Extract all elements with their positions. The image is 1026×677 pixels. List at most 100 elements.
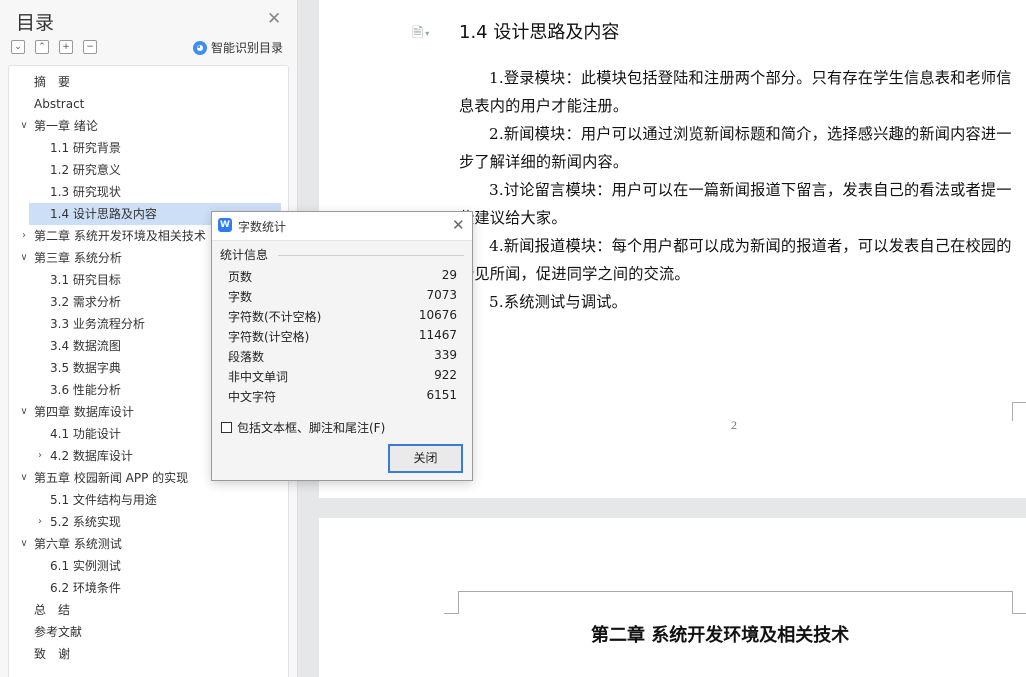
chevron-right-icon[interactable]: › — [34, 511, 46, 533]
add-heading-icon[interactable]: + — [59, 40, 73, 54]
toc-item-label: 1.3 研究现状 — [50, 185, 121, 199]
toc-item-label: 4.1 功能设计 — [50, 427, 121, 441]
stat-label: 段落数 — [228, 350, 265, 364]
toc-item[interactable]: 1.3 研究现状 — [9, 181, 288, 203]
toc-item-label: 第四章 数据库设计 — [34, 405, 134, 419]
chevron-down-icon[interactable]: ∨ — [18, 247, 30, 269]
toc-item[interactable]: 摘 要 — [9, 71, 288, 93]
toc-item[interactable]: Abstract — [9, 93, 288, 115]
chevron-right-icon[interactable]: › — [34, 445, 46, 467]
toc-item[interactable]: 6.1 实例测试 — [9, 555, 288, 577]
stat-row: 段落数 339 — [228, 348, 457, 368]
chapter-title: 第二章 系统开发环境及相关技术 — [591, 625, 850, 646]
toc-item[interactable]: › 5.2 系统实现 — [9, 511, 288, 533]
toc-item-label: 第六章 系统测试 — [34, 537, 122, 551]
stat-label: 字数 — [228, 290, 253, 304]
toc-item[interactable]: 1.2 研究意义 — [9, 159, 288, 181]
stat-label: 中文字符 — [228, 390, 277, 404]
toc-item-label: 摘 要 — [34, 75, 71, 89]
paragraph: 2.新闻模块：用户可以通过浏览新闻标题和简介，选择感兴趣的新闻内容进一步了解详细… — [459, 125, 1012, 171]
remove-heading-icon[interactable]: − — [83, 40, 97, 54]
toc-item-label: 5.2 系统实现 — [50, 515, 121, 529]
include-notes-checkbox[interactable]: 包括文本框、脚注和尾注(F) — [221, 419, 385, 436]
close-button[interactable]: 关闭 — [388, 444, 463, 473]
stat-row: 字数 7073 — [228, 288, 457, 308]
stat-row: 中文字符 6151 — [228, 388, 457, 408]
toc-item-label: 总 结 — [34, 603, 71, 617]
chevron-down-icon[interactable]: ∨ — [18, 467, 30, 489]
toc-item-label: 4.2 数据库设计 — [50, 449, 133, 463]
toc-item-label: 3.6 性能分析 — [50, 383, 121, 397]
toc-item-label: Abstract — [34, 97, 85, 111]
close-icon[interactable]: ✕ — [452, 216, 465, 234]
toc-item-label: 1.2 研究意义 — [50, 163, 121, 177]
toc-toolbar: ⌄ ⌃ + − — [11, 40, 97, 54]
checkbox-label: 包括文本框、脚注和尾注(F) — [237, 421, 386, 435]
page-number: 2 — [731, 418, 737, 432]
toc-item-label: 1.4 设计思路及内容 — [50, 207, 157, 221]
paragraph: 5.系统测试与调试。 — [489, 293, 627, 311]
stat-value: 10676 — [418, 308, 457, 322]
chevron-down-icon[interactable]: ∨ — [18, 533, 30, 555]
stat-value: 922 — [434, 368, 457, 382]
toc-item-label: 致 谢 — [34, 647, 71, 661]
stat-value: 339 — [434, 348, 457, 362]
smart-identify-button[interactable]: ◕ 智能识别目录 — [193, 39, 283, 56]
sidebar-title: 目录 — [16, 12, 55, 34]
toc-item-label: 6.2 环境条件 — [50, 581, 121, 595]
stat-label: 页数 — [228, 270, 253, 284]
toc-item[interactable]: ∨ 第六章 系统测试 — [9, 533, 288, 555]
toc-item[interactable]: 参考文献 — [9, 621, 288, 643]
chevron-down-icon[interactable]: ∨ — [18, 401, 30, 423]
chevron-right-icon[interactable]: › — [18, 225, 30, 247]
stat-value: 29 — [441, 268, 457, 282]
dialog-titlebar[interactable]: W 字数统计 ✕ — [212, 212, 472, 241]
toc-item-label: 第一章 绪论 — [34, 119, 98, 133]
paragraph: 1.登录模块：此模块包括登陆和注册两个部分。只有存在学生信息表和老师信息表内的用… — [459, 69, 1012, 115]
toc-item-label: 3.4 数据流图 — [50, 339, 121, 353]
toc-item[interactable]: 总 结 — [9, 599, 288, 621]
stat-label: 字符数(不计空格) — [228, 310, 322, 324]
checkbox-box[interactable] — [221, 422, 232, 433]
stat-row: 字符数(不计空格) 10676 — [228, 308, 457, 328]
stat-row: 非中文单词 922 — [228, 368, 457, 388]
section-title: 1.4 设计思路及内容 — [459, 22, 620, 43]
toc-item-label: 第五章 校园新闻 APP 的实现 — [34, 471, 189, 485]
toc-item[interactable]: 6.2 环境条件 — [9, 577, 288, 599]
toc-item-label: 1.1 研究背景 — [50, 141, 121, 155]
chevron-down-icon[interactable]: ∨ — [18, 115, 30, 137]
wps-logo-icon: W — [218, 218, 232, 232]
divider — [278, 255, 464, 256]
document-page: 第二章 系统开发环境及相关技术 — [319, 518, 1026, 677]
stat-value: 7073 — [426, 288, 457, 302]
margin-corner-mark — [1012, 402, 1026, 421]
toc-item-label: 第三章 系统分析 — [34, 251, 122, 265]
close-icon[interactable]: ✕ — [267, 9, 281, 29]
expand-all-icon[interactable]: ⌃ — [35, 40, 49, 54]
document-icon[interactable]: 🗎 ▾ — [412, 22, 429, 46]
toc-item-label: 3.1 研究目标 — [50, 273, 121, 287]
dialog-title: 字数统计 — [238, 220, 287, 234]
word-count-dialog: W 字数统计 ✕ 统计信息 页数 29 字数 7073 字符数(不计空格) 10676 字符… — [211, 211, 473, 481]
stat-row: 页数 29 — [228, 268, 457, 288]
stat-row: 字符数(计空格) 11467 — [228, 328, 457, 348]
header-line — [458, 591, 1012, 592]
toc-item[interactable]: 5.1 文件结构与用途 — [9, 489, 288, 511]
stat-label: 字符数(计空格) — [228, 330, 310, 344]
margin-corner-mark — [444, 591, 459, 614]
stat-label: 非中文单词 — [228, 370, 289, 384]
toc-item-label: 3.5 数据字典 — [50, 361, 121, 375]
toc-item-label: 第二章 系统开发环境及相关技术 — [34, 229, 206, 243]
toc-item-label: 参考文献 — [34, 625, 83, 639]
toc-item-label: 3.2 需求分析 — [50, 295, 121, 309]
collapse-all-icon[interactable]: ⌄ — [11, 40, 25, 54]
stat-value: 6151 — [426, 388, 457, 402]
toc-item[interactable]: 致 谢 — [9, 643, 288, 665]
robot-icon: ◕ — [193, 40, 207, 55]
toc-item-label: 5.1 文件结构与用途 — [50, 493, 157, 507]
stats-section-label: 统计信息 — [220, 248, 269, 262]
smart-identify-label: 智能识别目录 — [211, 41, 284, 55]
toc-item[interactable]: 1.1 研究背景 — [9, 137, 288, 159]
paragraph: 3.讨论留言模块：用户可以在一篇新闻报道下留言，发表自己的看法或者提一些建议给大… — [459, 181, 1012, 227]
toc-item[interactable]: ∨ 第一章 绪论 — [9, 115, 288, 137]
